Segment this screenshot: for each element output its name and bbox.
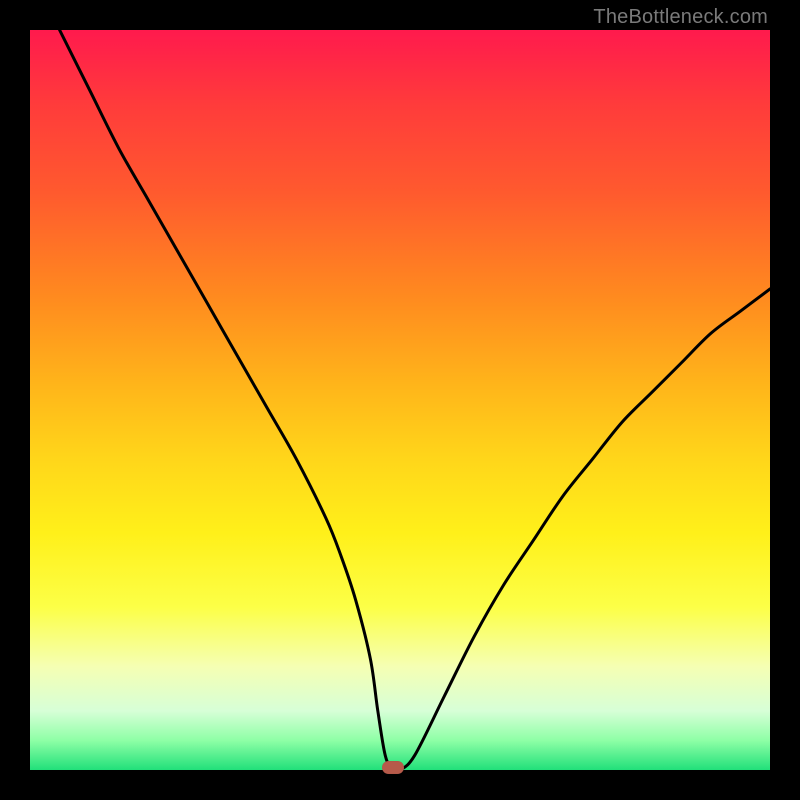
plot-area <box>30 30 770 770</box>
watermark-text: TheBottleneck.com <box>593 6 768 29</box>
optimal-marker <box>382 761 404 774</box>
chart-frame: TheBottleneck.com <box>0 0 800 800</box>
bottleneck-curve <box>30 30 770 770</box>
